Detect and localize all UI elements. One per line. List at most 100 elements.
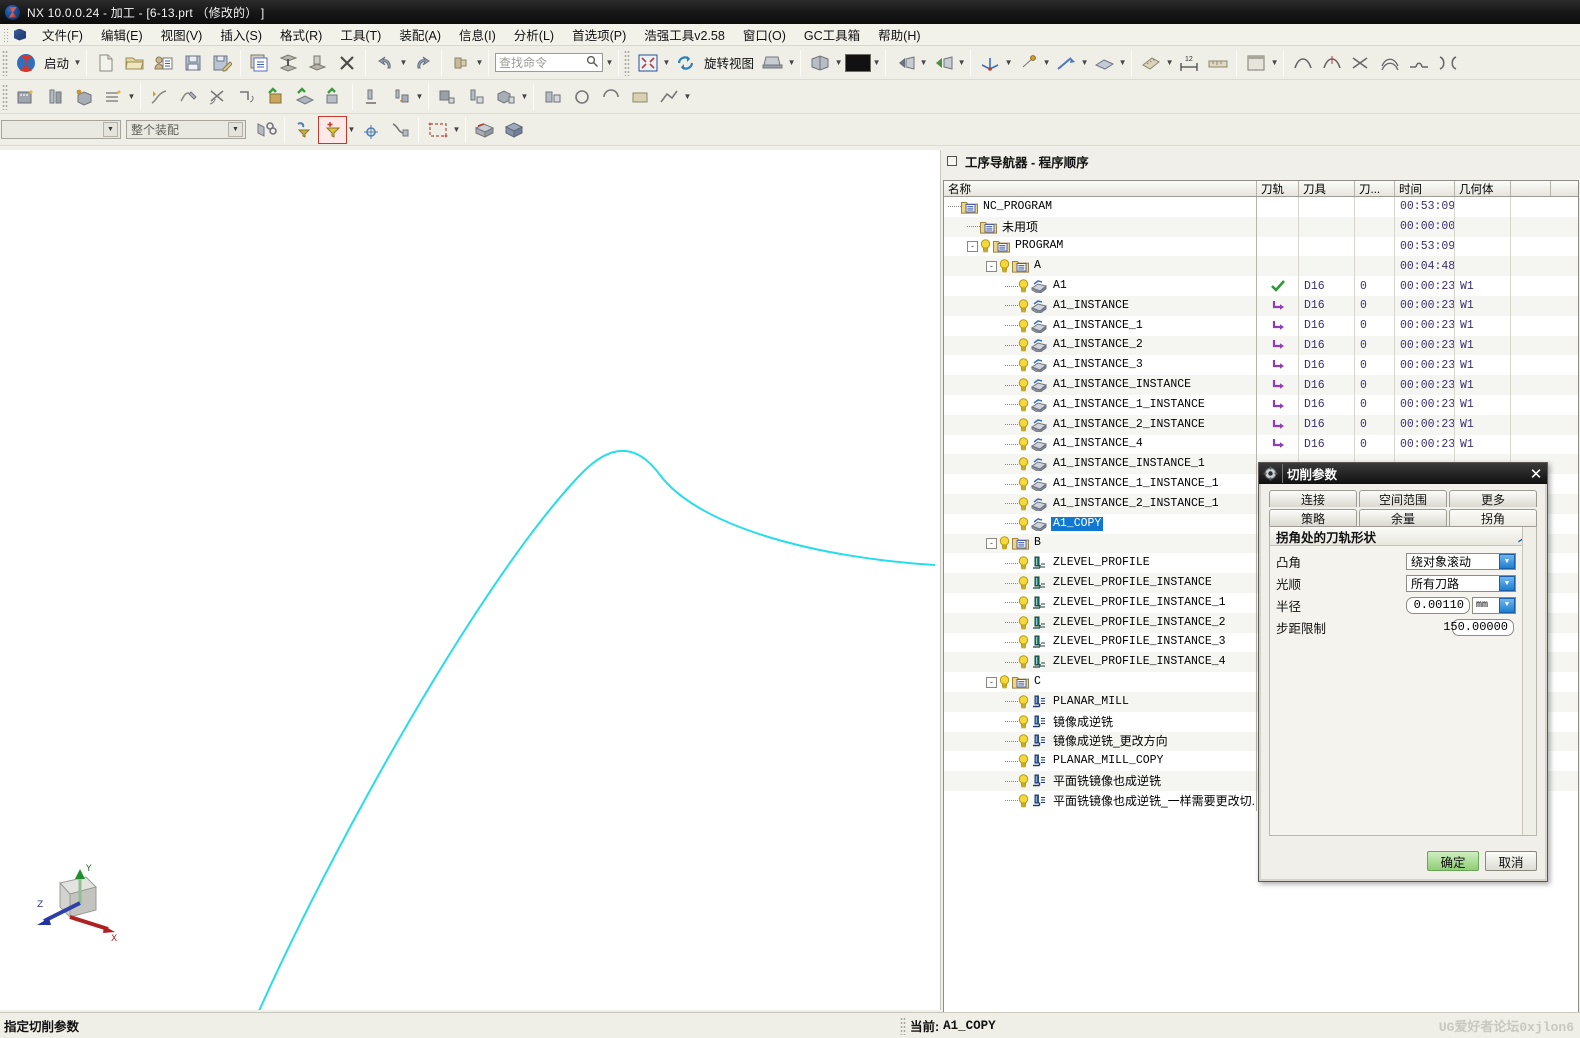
chevron-down-icon[interactable]: ▼ xyxy=(1499,553,1515,569)
tree-name-cell[interactable]: A1_INSTANCE_2_INSTANCE_1 xyxy=(944,493,1257,514)
plane-icon[interactable] xyxy=(1089,49,1118,77)
layer-down-icon[interactable] xyxy=(274,49,303,77)
tree-name-cell[interactable]: A1_INSTANCE_INSTANCE_1 xyxy=(944,454,1257,475)
table-row[interactable]: A1_INSTANCE_INSTANCE D16 0 00:00:23 W1 xyxy=(944,375,1578,395)
rectangle-select-icon[interactable] xyxy=(423,116,452,144)
shading-icon[interactable] xyxy=(805,49,834,77)
table-row[interactable]: A1_INSTANCE_1 D16 0 00:00:23 W1 xyxy=(944,315,1578,336)
close-icon[interactable]: ✕ xyxy=(1525,464,1547,483)
confirm-icon[interactable] xyxy=(319,83,348,111)
status-bulb-icon[interactable] xyxy=(980,239,991,253)
redo-icon[interactable] xyxy=(408,49,437,77)
table-row[interactable]: A1_INSTANCE_4 D16 0 00:00:23 W1 xyxy=(944,434,1578,455)
menu-item-window[interactable]: 窗口(O) xyxy=(734,23,795,46)
tab-containment[interactable]: 空间范围 xyxy=(1359,490,1447,507)
create-chevron-down-icon[interactable]: ▼ xyxy=(127,83,136,111)
ok-button[interactable]: 确定 xyxy=(1427,851,1479,871)
assembly-scope-select[interactable]: 整个装配 ▼ xyxy=(126,120,246,139)
table-row[interactable]: A1_INSTANCE_2 D16 0 00:00:23 W1 xyxy=(944,335,1578,356)
create-program-icon[interactable] xyxy=(11,83,40,111)
generate-toolpath-icon[interactable] xyxy=(145,83,174,111)
tab-strategy[interactable]: 策略 xyxy=(1269,509,1357,526)
panel-scrollbar[interactable] xyxy=(1522,527,1536,835)
status-bulb-icon[interactable] xyxy=(1018,576,1029,590)
box-list-icon[interactable] xyxy=(491,83,520,111)
plane-chevron-down-icon[interactable]: ▼ xyxy=(1118,49,1127,77)
vector-chevron-down-icon[interactable]: ▼ xyxy=(1080,49,1089,77)
point-icon[interactable] xyxy=(1013,49,1042,77)
light-chevron-down-icon[interactable]: ▼ xyxy=(919,49,928,77)
tree-name-cell[interactable]: ZLEVEL_PROFILE_INSTANCE_3 xyxy=(944,632,1257,653)
menu-item-file[interactable]: 文件(F) xyxy=(33,23,92,46)
assembly-filter-icon[interactable] xyxy=(251,116,280,144)
start-chevron-down-icon[interactable]: ▼ xyxy=(73,49,82,77)
snap-filter-icon[interactable] xyxy=(289,116,318,144)
window-icon[interactable] xyxy=(1241,49,1270,77)
dim-icon[interactable]: 12 xyxy=(1174,49,1203,77)
menu-item-format[interactable]: 格式(R) xyxy=(271,23,331,46)
status-bulb-icon[interactable] xyxy=(1018,615,1029,630)
workpiece-icon[interactable] xyxy=(433,83,462,111)
chevron-down-icon[interactable]: ▼ xyxy=(1499,575,1515,591)
rotate-view-label[interactable]: 旋转视图 xyxy=(700,53,758,72)
view-chevron-down-icon[interactable]: ▼ xyxy=(787,49,796,77)
start-button-label[interactable]: 启动 xyxy=(40,53,73,72)
snap-point-icon[interactable] xyxy=(356,116,385,144)
status-bulb-icon[interactable] xyxy=(1018,655,1029,669)
fit-chevron-down-icon[interactable]: ▼ xyxy=(662,49,671,77)
tree-name-cell[interactable]: -C xyxy=(944,672,1257,692)
column-header-time[interactable]: 时间 xyxy=(1395,181,1455,196)
type-filter-icon[interactable] xyxy=(318,115,347,144)
tree-name-cell[interactable]: ZLEVEL_PROFILE_INSTANCE_2 xyxy=(944,612,1257,633)
radius-unit-select[interactable]: mm ▼ xyxy=(1472,596,1516,614)
tree-name-cell[interactable]: 镜像成逆铣 xyxy=(944,711,1257,732)
menu-item-assemblies[interactable]: 装配(A) xyxy=(390,23,450,46)
tree-name-cell[interactable]: A1_INSTANCE_1_INSTANCE_1 xyxy=(944,474,1257,494)
tree-name-cell[interactable]: ZLEVEL_PROFILE_INSTANCE_4 xyxy=(944,652,1257,673)
tree-expander[interactable]: - xyxy=(967,240,978,252)
tree-name-cell[interactable]: NC_PROGRAM xyxy=(944,197,1257,217)
tree-expander[interactable]: - xyxy=(986,537,997,549)
color-icon[interactable] xyxy=(843,49,872,77)
menu-item-gc-toolbox[interactable]: GC工具箱 xyxy=(795,23,869,46)
tree-name-cell[interactable]: ZLEVEL_PROFILE_INSTANCE_1 xyxy=(944,592,1257,613)
status-bulb-icon[interactable] xyxy=(1018,714,1029,729)
table-row[interactable]: A1 D16 0 00:00:23 W1 xyxy=(944,276,1578,296)
column-header-geometry[interactable]: 几何体 xyxy=(1455,181,1511,196)
column-header-name[interactable]: 名称 xyxy=(944,181,1257,196)
start-menu-icon[interactable] xyxy=(11,49,40,77)
tree-name-cell[interactable]: A1_INSTANCE_3 xyxy=(944,355,1257,376)
tree-name-cell[interactable]: A1_INSTANCE_1 xyxy=(944,315,1257,336)
menu-item-help[interactable]: 帮助(H) xyxy=(869,23,929,46)
create-method-icon[interactable] xyxy=(98,83,127,111)
tree-name-cell[interactable]: A1 xyxy=(944,276,1257,296)
filter-chevron-down-icon[interactable]: ▼ xyxy=(347,116,356,144)
measure-chevron-down-icon[interactable]: ▼ xyxy=(1165,49,1174,77)
column-header-toolpath[interactable]: 刀轨 xyxy=(1257,181,1299,196)
dialog-title-bar[interactable]: 切削参数 ✕ xyxy=(1259,463,1547,484)
cutting-parameters-dialog[interactable]: 切削参数 ✕ 连接 空间范围 更多 策略 余量 拐角 拐角处的刀轨形状 ︿ xyxy=(1258,462,1548,882)
extra-icon-1[interactable] xyxy=(538,83,567,111)
snap-curve-icon[interactable] xyxy=(385,116,414,144)
status-bulb-icon[interactable] xyxy=(1018,398,1029,412)
wcs-icon[interactable] xyxy=(975,49,1004,77)
toolbar-drag-handle-2[interactable] xyxy=(624,49,631,76)
status-bulb-icon[interactable] xyxy=(999,259,1010,273)
chevron-down-icon[interactable]: ▼ xyxy=(1499,597,1515,613)
curve-icon[interactable] xyxy=(1288,49,1317,77)
tab-more[interactable]: 更多 xyxy=(1449,490,1537,507)
status-bulb-icon[interactable] xyxy=(1018,358,1029,372)
shop-doc-icon[interactable] xyxy=(386,83,415,111)
status-bulb-icon[interactable] xyxy=(1018,338,1029,352)
menu-item-edit[interactable]: 编辑(E) xyxy=(92,23,152,46)
chevron-down-icon[interactable]: ▼ xyxy=(103,122,118,137)
tree-name-cell[interactable]: PLANAR_MILL xyxy=(944,691,1257,712)
extra-icon-5[interactable] xyxy=(654,83,683,111)
menu-item-view[interactable]: 视图(V) xyxy=(152,23,212,46)
wcs-chevron-down-icon[interactable]: ▼ xyxy=(1004,49,1013,77)
selection-type-filter[interactable]: ▼ xyxy=(1,120,121,139)
table-row[interactable]: - PROGRAM 00:53:09 xyxy=(944,236,1578,257)
face-select-icon[interactable] xyxy=(470,116,499,144)
status-bulb-icon[interactable] xyxy=(1018,754,1029,768)
tree-name-cell[interactable]: -B xyxy=(944,533,1257,554)
